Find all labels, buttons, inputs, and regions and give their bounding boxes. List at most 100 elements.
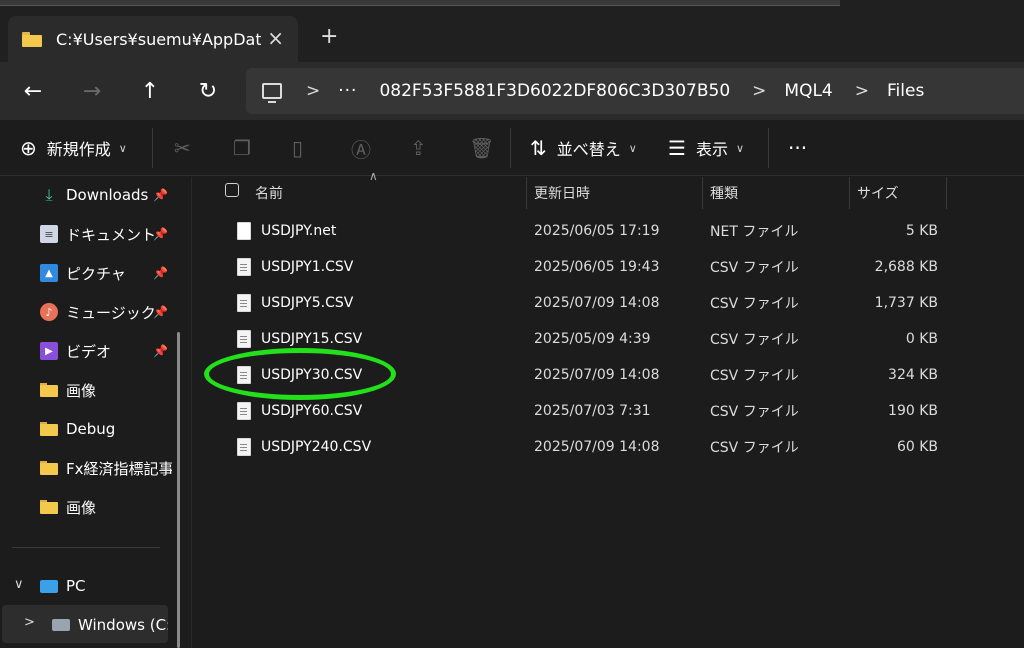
sidebar-scrollbar[interactable] — [177, 332, 180, 648]
sidebar-item-pc[interactable]: PC — [40, 573, 172, 599]
column-header-date[interactable]: 更新日時 — [534, 177, 590, 209]
delete-button[interactable]: 🗑 — [469, 134, 494, 162]
copy-icon: ❐ — [233, 136, 251, 160]
column-divider[interactable] — [702, 177, 703, 209]
file-type: CSV ファイル — [710, 440, 799, 456]
sidebar-item-folder-fx[interactable]: Fx経済指標記事 — [40, 455, 172, 481]
file-name: USDJPY240.CSV — [261, 439, 372, 455]
file-name: USDJPY15.CSV — [261, 331, 363, 347]
pin-icon: 📌 — [153, 188, 168, 202]
table-row[interactable]: USDJPY240.CSV 2025/07/09 14:08 CSV ファイル … — [193, 429, 1024, 465]
new-button[interactable]: ⊕ 新規作成 ∨ — [20, 134, 127, 162]
file-date: 2025/06/05 19:43 — [534, 259, 660, 275]
file-name-cell: USDJPY5.CSV — [237, 285, 353, 321]
sidebar-item-label: ミュージック — [66, 303, 156, 322]
folder-icon — [40, 459, 58, 477]
new-tab-button[interactable]: + — [320, 26, 338, 48]
file-type: CSV ファイル — [710, 404, 799, 420]
navigation-pane: ⤓ Downloads 📌 ≡ ドキュメント 📌 ▲ ピクチャ 📌 ♪ ミュージ… — [0, 177, 192, 648]
sidebar-item-downloads[interactable]: ⤓ Downloads 📌 — [40, 182, 172, 208]
column-divider[interactable] — [946, 177, 947, 209]
share-button[interactable]: ⇪ — [410, 134, 427, 162]
cut-button[interactable]: ✂ — [174, 134, 191, 162]
sort-button[interactable]: ⇅ 並べ替え ∨ — [530, 134, 637, 162]
file-type: CSV ファイル — [710, 296, 799, 312]
sidebar-item-label: Debug — [66, 420, 116, 438]
breadcrumb-hash-folder[interactable]: 082F53F5881F3D6022DF806C3D307B50 — [379, 81, 730, 101]
breadcrumb-files[interactable]: Files — [887, 81, 924, 101]
highlight-annotation-ring — [204, 348, 396, 400]
sidebar-item-folder-debug[interactable]: Debug — [40, 416, 172, 442]
scissors-icon: ✂ — [174, 136, 191, 160]
this-pc-icon[interactable] — [262, 83, 282, 103]
sort-button-label: 並べ替え — [556, 140, 621, 159]
column-divider[interactable] — [849, 177, 850, 209]
file-date: 2025/07/03 7:31 — [534, 403, 651, 419]
new-button-label: 新規作成 — [46, 140, 111, 159]
view-button-label: 表示 — [695, 140, 728, 159]
file-size: 60 KB — [896, 439, 938, 455]
file-date: 2025/07/09 14:08 — [534, 295, 660, 311]
forward-button[interactable]: → — [75, 74, 109, 108]
table-row[interactable]: USDJPY5.CSV 2025/07/09 14:08 CSV ファイル 1,… — [193, 285, 1024, 321]
sidebar-item-label: Downloads — [66, 186, 149, 204]
file-size: 1,737 KB — [874, 295, 938, 311]
toolbar-divider — [152, 128, 153, 168]
text-file-icon — [237, 438, 251, 456]
folder-icon — [40, 498, 58, 516]
download-arrow-icon: ⤓ — [45, 185, 53, 204]
up-button[interactable]: ↑ — [133, 74, 167, 108]
file-type: CSV ファイル — [710, 332, 799, 348]
sidebar-item-folder-images[interactable]: 画像 — [40, 377, 172, 403]
file-type: NET ファイル — [710, 224, 799, 240]
video-icon: ▶ — [40, 342, 58, 360]
chevron-down-icon[interactable]: ∨ — [14, 577, 24, 592]
pin-icon: 📌 — [153, 266, 168, 280]
file-size: 190 KB — [888, 403, 938, 419]
table-row[interactable]: USDJPY1.CSV 2025/06/05 19:43 CSV ファイル 2,… — [193, 249, 1024, 285]
navigation-bar: ← → ↑ ↻ > ··· 082F53F5881F3D6022DF806C3D… — [0, 62, 1024, 120]
sidebar-item-music[interactable]: ♪ ミュージック 📌 — [40, 299, 172, 325]
sidebar-item-drive-c[interactable]: Windows (C:) — [52, 612, 168, 638]
text-file-icon — [237, 258, 251, 276]
chevron-down-icon: ∨ — [735, 141, 745, 155]
breadcrumb-mql4[interactable]: MQL4 — [784, 81, 832, 101]
file-list: ∧ 名前 更新日時 種類 サイズ USDJPY.net 2025/06/05 1… — [193, 169, 1024, 648]
column-header-type[interactable]: 種類 — [710, 177, 738, 209]
sidebar-item-documents[interactable]: ≡ ドキュメント 📌 — [40, 221, 172, 247]
pin-icon: 📌 — [153, 305, 168, 319]
tab-current-folder[interactable]: C:¥Users¥suemu¥AppData¥ × — [8, 16, 298, 62]
sort-arrows-icon: ⇅ — [530, 136, 547, 160]
breadcrumb-overflow-button[interactable]: ··· — [338, 81, 357, 101]
monitor-icon — [40, 579, 58, 593]
tab-strip: C:¥Users¥suemu¥AppData¥ × + — [0, 0, 1024, 62]
sidebar-item-videos[interactable]: ▶ ビデオ 📌 — [40, 338, 172, 364]
rename-button[interactable]: Ⓐ — [351, 134, 371, 162]
column-header-name[interactable]: 名前 — [255, 177, 283, 209]
copy-button[interactable]: ❐ — [233, 134, 251, 162]
sidebar-item-label: ピクチャ — [66, 264, 126, 283]
address-bar[interactable]: > ··· 082F53F5881F3D6022DF806C3D307B50 >… — [246, 68, 1024, 114]
paste-button[interactable]: ▯ — [292, 134, 303, 162]
sidebar-item-pictures[interactable]: ▲ ピクチャ 📌 — [40, 260, 172, 286]
back-button[interactable]: ← — [16, 74, 50, 108]
view-button[interactable]: ☰ 表示 ∨ — [668, 134, 744, 162]
chevron-down-icon: ∨ — [628, 141, 637, 155]
toolbar-divider — [510, 128, 511, 168]
more-options-button[interactable]: ··· — [788, 134, 807, 162]
chevron-right-icon[interactable]: > — [24, 615, 35, 630]
breadcrumb-separator[interactable]: > — [752, 81, 766, 101]
column-divider[interactable] — [526, 177, 527, 209]
table-row[interactable]: USDJPY.net 2025/06/05 17:19 NET ファイル 5 K… — [193, 213, 1024, 249]
breadcrumb-separator[interactable]: > — [306, 81, 320, 101]
close-icon[interactable]: × — [267, 28, 284, 48]
sidebar-item-folder-images-2[interactable]: 画像 — [40, 494, 172, 520]
select-all-checkbox[interactable] — [225, 183, 239, 197]
column-header-size[interactable]: サイズ — [857, 177, 899, 209]
refresh-button[interactable]: ↻ — [191, 74, 225, 108]
trash-icon: 🗑 — [469, 136, 495, 160]
sidebar-item-label: Windows (C:) — [78, 616, 168, 634]
share-icon: ⇪ — [410, 136, 427, 160]
breadcrumb-separator[interactable]: > — [855, 81, 869, 101]
file-name: USDJPY5.CSV — [261, 295, 354, 311]
